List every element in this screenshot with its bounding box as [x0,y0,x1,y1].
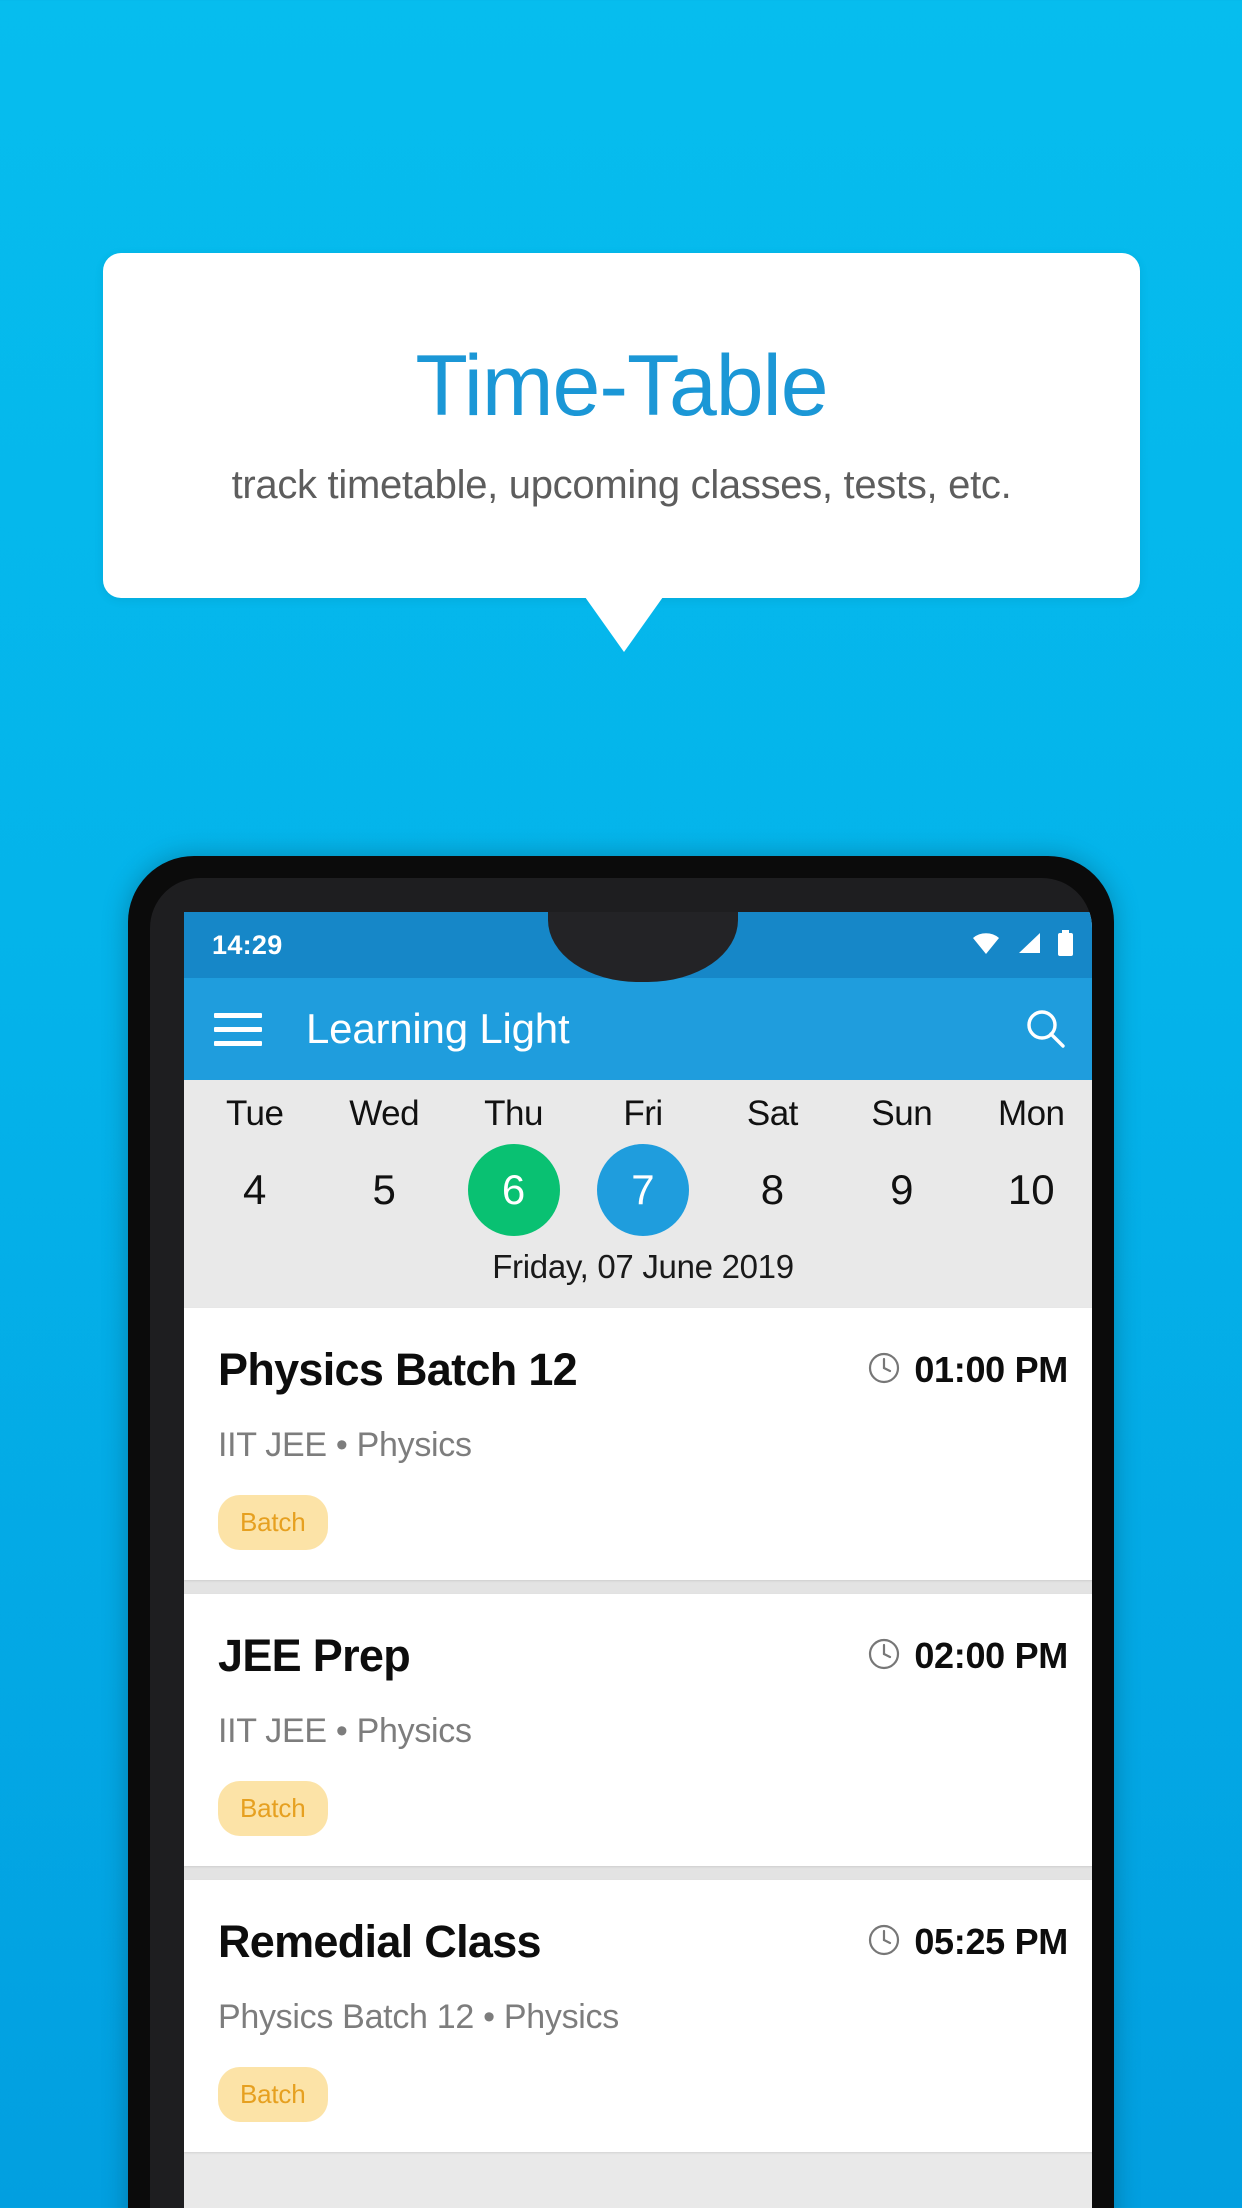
day-number-bubble: 10 [985,1144,1077,1236]
class-card-header: JEE Prep 02:00 PM [218,1630,1068,1682]
day-number-bubble: 8 [726,1144,818,1236]
promo-title: Time-Table [415,338,828,434]
class-subtitle: IIT JEE • Physics [218,1426,472,1464]
day-name: Thu [484,1094,543,1133]
app-bar: Learning Light [184,978,1092,1080]
day-name: Sun [871,1094,933,1133]
class-card[interactable]: Physics Batch 12 01:00 PM IIT JEE • Phys… [184,1308,1092,1580]
date-cell-sat[interactable]: Sat 8 [708,1094,837,1236]
status-bar: 14:29 [184,912,1092,978]
battery-icon [1057,929,1074,961]
promo-subtitle: track timetable, upcoming classes, tests… [231,463,1012,507]
hamburger-line [214,1040,262,1046]
class-subtitle: IIT JEE • Physics [218,1712,472,1750]
date-cell-fri-selected[interactable]: Fri 7 [578,1094,707,1236]
class-badge-row: Batch [218,2067,1068,2122]
class-list: Physics Batch 12 01:00 PM IIT JEE • Phys… [184,1308,1092,2152]
day-name: Wed [349,1094,420,1133]
day-number: 5 [372,1166,396,1213]
status-bar-icons [971,929,1074,961]
class-title: JEE Prep [218,1630,411,1681]
day-number: 8 [760,1166,785,1213]
app-bar-title: Learning Light [306,1005,570,1052]
day-number-bubble-selected: 7 [596,1144,689,1236]
class-subtitle: Physics Batch 12 • Physics [218,1998,619,2036]
class-time-group: 05:25 PM [867,1921,1068,1963]
day-number: 6 [501,1166,526,1213]
hamburger-menu-icon[interactable] [214,1012,262,1046]
selected-full-date: Friday, 07 June 2019 [492,1248,794,1285]
promo-callout-tail [585,597,663,652]
day-number: 4 [243,1166,267,1213]
hamburger-line [214,1026,262,1032]
class-card[interactable]: Remedial Class 05:25 PM Physics Batch 12… [184,1880,1092,2152]
phone-screen: 14:29 Learning Light Tue 4 Wed 5 Thu 6 F… [184,912,1092,2208]
wifi-icon [971,931,1001,960]
day-number-bubble: 5 [338,1144,430,1236]
day-name: Mon [997,1094,1065,1133]
day-name: Fri [623,1094,663,1133]
promo-callout-card: Time-Table track timetable, upcoming cla… [103,253,1140,598]
hamburger-line [214,1012,262,1018]
class-time: 02:00 PM [914,1635,1068,1676]
status-badge: Batch [218,1495,328,1550]
class-card[interactable]: JEE Prep 02:00 PM IIT JEE • Physics Batc… [184,1594,1092,1866]
date-cell-wed[interactable]: Wed 5 [319,1094,448,1236]
status-badge: Batch [218,1781,328,1836]
clock-icon [867,1637,901,1676]
class-card-header: Remedial Class 05:25 PM [218,1916,1068,1968]
class-badge-row: Batch [218,1495,1068,1550]
date-strip-days: Tue 4 Wed 5 Thu 6 Fri 7 Sat 8 Sun 9 Mon … [184,1094,1092,1236]
day-number-bubble: 9 [856,1144,948,1236]
clock-icon [867,1923,901,1962]
class-time-group: 01:00 PM [867,1349,1068,1391]
search-icon[interactable] [1020,1003,1072,1055]
day-name: Tue [225,1094,284,1133]
class-time: 01:00 PM [914,1349,1068,1390]
date-cell-mon[interactable]: Mon 10 [967,1094,1092,1236]
day-number: 9 [890,1166,914,1213]
date-cell-sun[interactable]: Sun 9 [837,1094,966,1236]
date-strip: Tue 4 Wed 5 Thu 6 Fri 7 Sat 8 Sun 9 Mon … [184,1080,1092,1308]
class-badge-row: Batch [218,1781,1068,1836]
class-title: Remedial Class [218,1916,542,1967]
signal-icon [1016,931,1042,960]
day-number: 7 [631,1166,655,1213]
day-name: Sat [746,1094,799,1133]
clock-icon [867,1351,901,1390]
phone-mockup: 14:29 Learning Light Tue 4 Wed 5 Thu 6 F… [128,856,1114,2208]
phone-bezel: 14:29 Learning Light Tue 4 Wed 5 Thu 6 F… [150,878,1092,2208]
class-time-group: 02:00 PM [867,1635,1068,1677]
day-number-bubble: 4 [209,1144,301,1236]
date-cell-tue[interactable]: Tue 4 [190,1094,319,1236]
day-number: 10 [1007,1166,1055,1213]
class-title: Physics Batch 12 [218,1344,578,1395]
status-bar-clock: 14:29 [212,929,283,960]
class-time: 05:25 PM [914,1921,1068,1962]
date-cell-thu-today[interactable]: Thu 6 [449,1094,578,1236]
day-number-bubble-today: 6 [467,1144,560,1236]
status-badge: Batch [218,2067,328,2122]
class-card-header: Physics Batch 12 01:00 PM [218,1344,1068,1396]
